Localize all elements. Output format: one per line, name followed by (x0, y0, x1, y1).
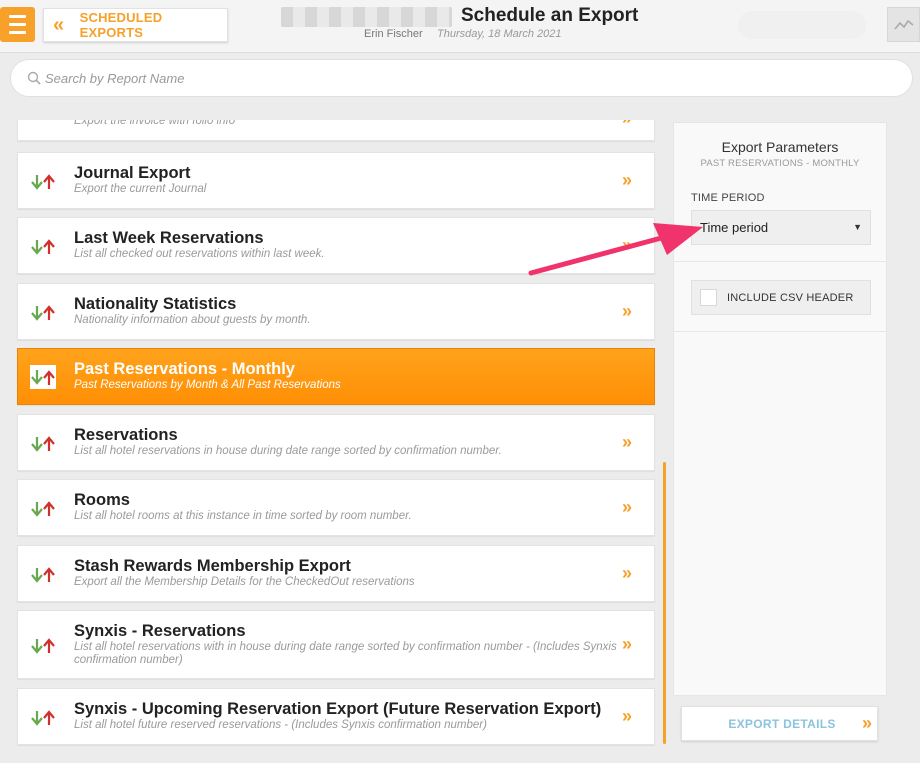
report-title: Rooms (74, 491, 130, 509)
csv-header-label: INCLUDE CSV HEADER (727, 291, 854, 304)
report-title: Last Week Reservations (74, 229, 264, 247)
report-title: Stash Rewards Membership Export (74, 557, 351, 575)
report-row[interactable]: Synxis - Reservations List all hotel res… (17, 610, 655, 679)
caret-down-icon: ▼ (853, 222, 862, 232)
back-button-label: SCHEDULED EXPORTS (79, 10, 163, 40)
report-title: Past Reservations - Monthly (74, 360, 295, 378)
sort-arrows-icon (30, 365, 56, 389)
report-list[interactable]: Export the invoice with folio info » Jou… (0, 120, 670, 763)
report-desc: Export the invoice with folio info (74, 120, 236, 127)
report-desc: Nationality information about guests by … (74, 314, 311, 326)
report-desc: Past Reservations by Month & All Past Re… (74, 379, 341, 391)
sort-arrows-icon (31, 710, 55, 726)
report-row[interactable]: Journal Export Export the current Journa… (17, 152, 655, 209)
report-row[interactable]: Export the invoice with folio info » (17, 120, 655, 141)
divider (674, 331, 886, 332)
sort-arrows-icon (31, 501, 55, 517)
double-chevron-right-icon: » (622, 706, 632, 726)
page-title: Schedule an Export (461, 5, 639, 26)
header-bar: « SCHEDULED EXPORTS Schedule an Export E… (0, 0, 920, 53)
list-scrollbar[interactable] (663, 462, 666, 744)
report-title: Reservations (74, 426, 178, 444)
sort-arrows-icon (31, 174, 55, 190)
sort-arrows-icon (31, 239, 55, 255)
divider (674, 261, 886, 262)
double-chevron-right-icon: » (622, 301, 632, 321)
report-row[interactable]: Stash Rewards Membership Export Export a… (17, 545, 655, 602)
double-chevron-right-icon: » (622, 563, 632, 583)
time-period-label: TIME PERIOD (691, 192, 765, 204)
panel-subtitle: PAST RESERVATIONS - MONTHLY (700, 158, 860, 169)
time-period-value: Time period (700, 220, 769, 235)
menu-icon-line (9, 23, 26, 26)
double-chevron-right-icon: » (622, 120, 642, 129)
chart-icon (893, 19, 913, 30)
user-name: Erin Fischer (364, 28, 423, 40)
search-bar[interactable] (10, 59, 913, 97)
export-parameters-panel: Export Parameters PAST RESERVATIONS - MO… (673, 122, 887, 696)
csv-header-checkbox[interactable] (700, 289, 717, 306)
panel-title: Export Parameters (721, 139, 839, 155)
double-chevron-right-icon: » (622, 235, 632, 255)
include-csv-header-toggle[interactable]: INCLUDE CSV HEADER (691, 280, 871, 315)
back-to-scheduled-exports-button[interactable]: « SCHEDULED EXPORTS (43, 8, 228, 42)
sort-arrows-icon (31, 305, 55, 321)
report-desc: Export all the Membership Details for th… (74, 576, 415, 588)
report-desc: List all hotel rooms at this instance in… (74, 510, 412, 522)
menu-icon-line (9, 31, 26, 34)
double-chevron-right-icon: » (622, 170, 632, 190)
report-row[interactable]: Synxis - Upcoming Reservation Export (Fu… (17, 688, 655, 745)
report-desc: List all hotel reservations in house dur… (74, 445, 502, 457)
search-input[interactable] (45, 70, 865, 86)
header-placeholder-pill (738, 11, 866, 39)
report-title: Nationality Statistics (74, 295, 237, 313)
report-desc: Export the current Journal (74, 183, 207, 195)
report-row[interactable]: Rooms List all hotel rooms at this insta… (17, 479, 655, 536)
report-desc: List all checked out reservations within… (74, 248, 325, 260)
redacted-logo (281, 7, 452, 27)
report-row[interactable]: Last Week Reservations List all checked … (17, 217, 655, 274)
menu-button[interactable] (0, 7, 35, 42)
double-chevron-right-icon: » (861, 713, 872, 733)
report-title: Journal Export (74, 164, 191, 182)
current-date: Thursday, 18 March 2021 (437, 28, 562, 40)
report-row[interactable]: Reservations List all hotel reservations… (17, 414, 655, 471)
report-row[interactable]: Nationality Statistics Nationality infor… (17, 283, 655, 340)
sort-arrows-icon (31, 436, 55, 452)
report-row-selected[interactable]: Past Reservations - Monthly Past Reserva… (17, 348, 655, 405)
report-desc: List all hotel reservations with in hous… (74, 641, 617, 666)
time-period-select[interactable]: Time period ▼ (691, 210, 871, 245)
report-title: Synxis - Reservations (74, 622, 246, 640)
export-details-label: EXPORT DETAILS (728, 717, 836, 731)
export-details-button[interactable]: EXPORT DETAILS » (681, 706, 878, 741)
double-chevron-right-icon: » (622, 432, 632, 452)
double-chevron-right-icon: » (622, 497, 632, 517)
sort-arrows-icon (31, 638, 55, 654)
report-desc: List all hotel future reserved reservati… (74, 719, 487, 731)
double-chevron-left-icon: « (53, 13, 64, 36)
double-chevron-right-icon: » (622, 634, 632, 654)
sort-arrows-icon (31, 567, 55, 583)
report-title: Synxis - Upcoming Reservation Export (Fu… (74, 700, 602, 718)
menu-icon-line (9, 15, 26, 18)
chart-button[interactable] (887, 7, 920, 42)
search-icon (27, 71, 41, 85)
